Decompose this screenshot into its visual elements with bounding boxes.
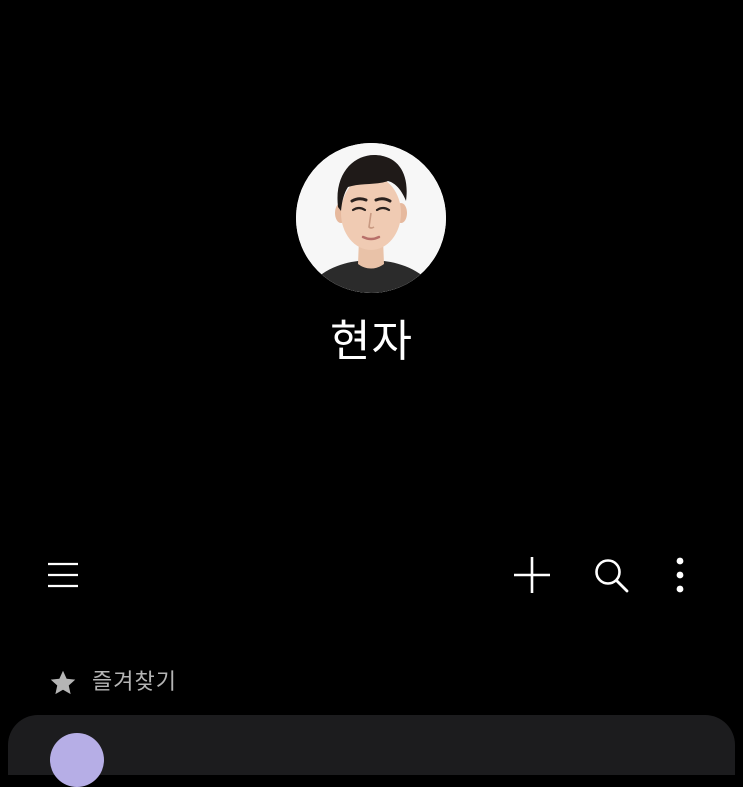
star-icon [50,670,76,695]
search-icon [595,559,629,593]
search-button[interactable] [581,545,641,605]
profile-name: 현자 [330,316,413,367]
hamburger-menu-icon [48,562,78,588]
profile-avatar[interactable] [296,143,446,293]
more-vertical-icon [676,557,684,593]
contact-avatar[interactable] [50,733,104,787]
my-profile-header: 현자 [0,0,743,520]
more-options-button[interactable] [650,545,710,605]
favorites-list-card[interactable] [8,715,735,787]
plus-icon [514,557,550,593]
favorites-label: 즐겨찾기 [92,670,177,695]
favorites-section-header: 즐겨찾기 [48,660,177,700]
menu-button[interactable] [33,545,93,605]
add-contact-button[interactable] [502,545,562,605]
contacts-toolbar [0,545,743,605]
profile-photo [296,143,446,293]
